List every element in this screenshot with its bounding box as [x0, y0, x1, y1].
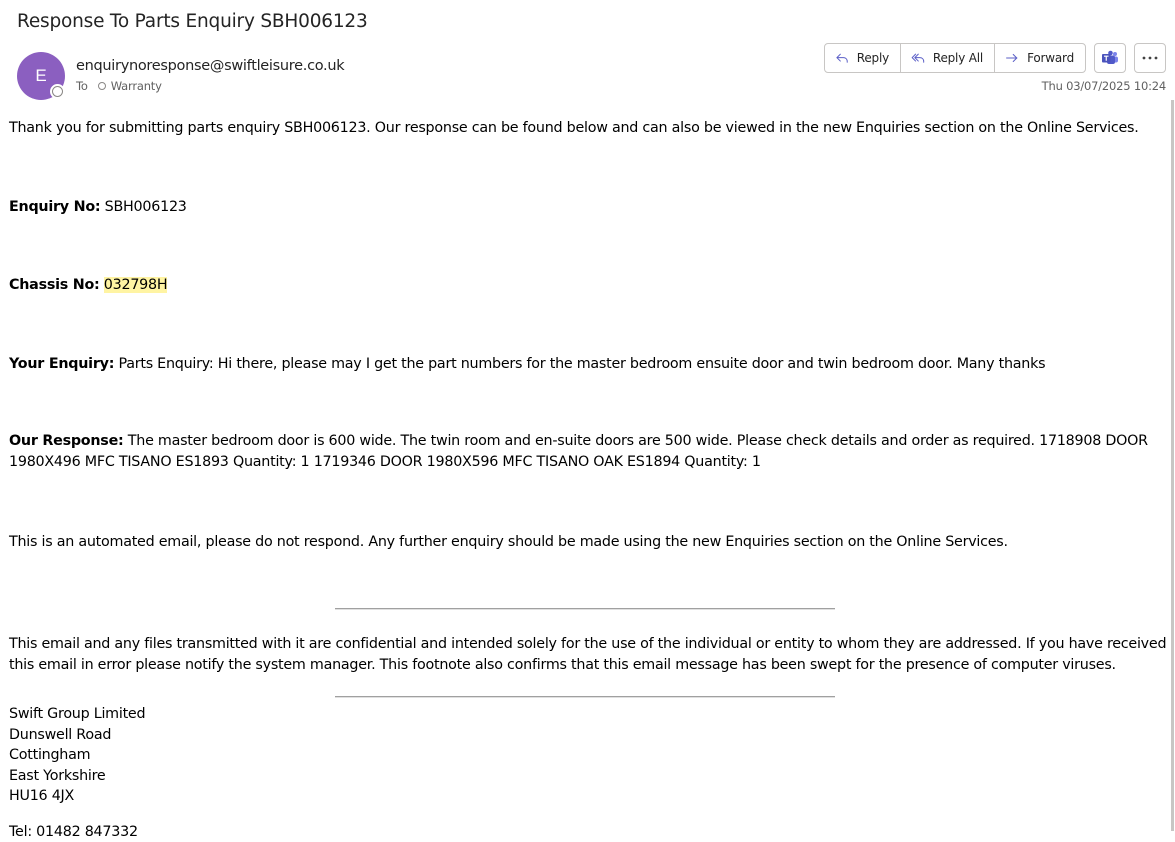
- reply-all-icon: [911, 53, 925, 63]
- signature-county: East Yorkshire: [9, 767, 106, 784]
- forward-icon: [1006, 53, 1018, 63]
- sender-address[interactable]: enquirynoresponse@swiftleisure.co.uk: [76, 58, 345, 74]
- teams-icon: [1102, 50, 1118, 64]
- vertical-scrollbar[interactable]: [1171, 100, 1174, 831]
- our-response-label: Our Response:: [9, 433, 124, 449]
- our-response-value: The master bedroom door is 600 wide. The…: [9, 433, 1148, 470]
- to-label: To: [76, 79, 88, 93]
- chassis-number-line: Chassis No: 032798H: [9, 275, 1169, 296]
- teams-chat-button[interactable]: [1094, 43, 1126, 73]
- enquiry-number-label: Enquiry No:: [9, 199, 101, 215]
- recipient-presence-icon: [97, 82, 106, 90]
- signature-address: Swift Group Limited Dunswell Road Cottin…: [9, 704, 146, 807]
- chassis-number-label: Chassis No:: [9, 277, 100, 293]
- recipient-name[interactable]: Warranty: [111, 79, 162, 93]
- signature-street: Dunswell Road: [9, 726, 112, 743]
- divider-top: [335, 608, 835, 610]
- your-enquiry-value: Parts Enquiry: Hi there, please may I ge…: [118, 356, 1046, 372]
- your-enquiry-line: Your Enquiry: Parts Enquiry: Hi there, p…: [9, 354, 1169, 375]
- signature-company: Swift Group Limited: [9, 706, 146, 722]
- signature-town: Cottingham: [9, 747, 91, 764]
- signature-postcode: HU16 4JX: [9, 788, 75, 805]
- received-date: Thu 03/07/2025 10:24: [1041, 79, 1167, 93]
- reply-all-label: Reply All: [932, 51, 983, 65]
- signature-telephone: Tel: 01482 847332: [9, 824, 138, 840]
- reply-button[interactable]: Reply: [825, 44, 901, 72]
- your-enquiry-label: Your Enquiry:: [9, 356, 115, 372]
- enquiry-number-line: Enquiry No: SBH006123: [9, 197, 1169, 218]
- forward-button[interactable]: Forward: [995, 44, 1085, 72]
- automated-note: This is an automated email, please do no…: [9, 534, 1008, 550]
- reply-icon: [836, 53, 848, 63]
- reply-label: Reply: [856, 51, 889, 65]
- presence-status-icon: [52, 86, 63, 97]
- divider-bottom: [335, 696, 835, 698]
- our-response-paragraph: Our Response: The master bedroom door is…: [9, 431, 1169, 473]
- message-actions-toolbar: Reply Reply All Forward: [824, 43, 1086, 73]
- intro-paragraph: Thank you for submitting parts enquiry S…: [9, 120, 1139, 136]
- forward-label: Forward: [1027, 51, 1074, 65]
- recipients-row: To Warranty: [76, 79, 162, 93]
- email-subject: Response To Parts Enquiry SBH006123: [17, 11, 368, 32]
- more-options-icon: [1142, 56, 1158, 60]
- enquiry-number-value: SBH006123: [104, 199, 187, 215]
- chassis-number-value: 032798H: [103, 277, 168, 293]
- disclaimer-paragraph: This email and any files transmitted wit…: [9, 636, 1167, 673]
- reply-all-button[interactable]: Reply All: [901, 44, 995, 72]
- more-options-button[interactable]: [1134, 43, 1166, 73]
